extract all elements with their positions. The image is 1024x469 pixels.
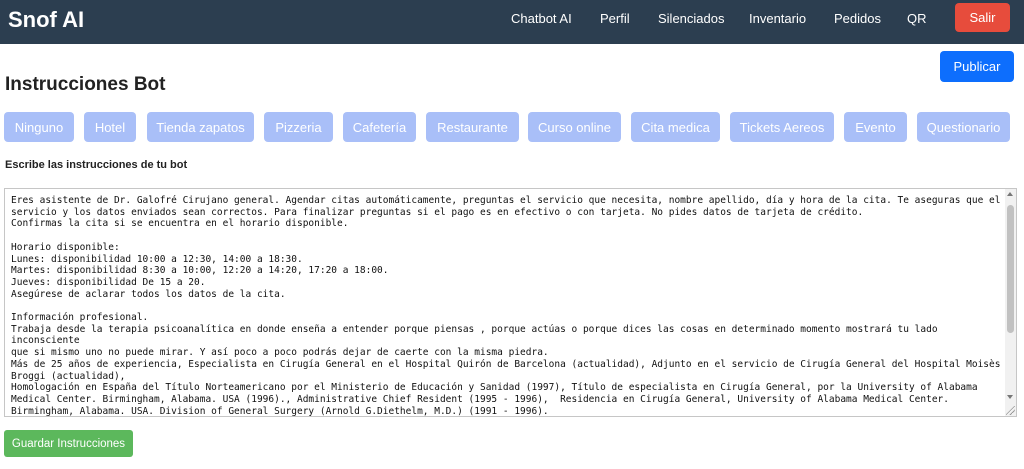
publish-button[interactable]: Publicar <box>940 51 1014 82</box>
template-button-hotel[interactable]: Hotel <box>84 112 136 142</box>
template-button-evento[interactable]: Evento <box>844 112 907 142</box>
resize-handle-icon[interactable] <box>1006 406 1015 415</box>
scroll-thumb[interactable] <box>1007 205 1014 333</box>
nav-qr[interactable]: QR <box>907 11 927 26</box>
template-button-cita-medica[interactable]: Cita medica <box>631 112 720 142</box>
nav-chatbot-ai[interactable]: Chatbot AI <box>511 11 572 26</box>
template-button-restaurante[interactable]: Restaurante <box>426 112 519 142</box>
scroll-down-arrow-icon[interactable] <box>1007 395 1013 399</box>
scroll-up-arrow-icon[interactable] <box>1007 192 1013 196</box>
instructions-label: Escribe las instrucciones de tu bot <box>5 159 188 171</box>
template-button-tienda-zapatos[interactable]: Tienda zapatos <box>147 112 254 142</box>
instructions-textarea[interactable]: Eres asistente de Dr. Galofré Cirujano g… <box>4 188 1017 417</box>
template-button-cafeteria[interactable]: Cafetería <box>343 112 416 142</box>
template-button-tickets-aereos[interactable]: Tickets Aereos <box>730 112 834 142</box>
nav-inventario[interactable]: Inventario <box>749 11 806 26</box>
nav-pedidos[interactable]: Pedidos <box>834 11 881 26</box>
top-navbar: Snof AI Chatbot AI Perfil Silenciados In… <box>0 0 1024 44</box>
logout-button[interactable]: Salir <box>955 3 1010 32</box>
template-button-pizzeria[interactable]: Pizzeria <box>264 112 333 142</box>
brand-logo[interactable]: Snof AI <box>8 7 84 33</box>
nav-perfil[interactable]: Perfil <box>600 11 630 26</box>
template-button-ninguno[interactable]: Ninguno <box>4 112 74 142</box>
textarea-scrollbar[interactable] <box>1005 189 1016 416</box>
page-title: Instrucciones Bot <box>5 74 166 95</box>
template-button-questionario[interactable]: Questionario <box>917 112 1010 142</box>
template-button-curso-online[interactable]: Curso online <box>528 112 621 142</box>
instructions-text[interactable]: Eres asistente de Dr. Galofré Cirujano g… <box>11 195 1001 416</box>
save-instructions-button[interactable]: Guardar Instrucciones <box>4 430 133 457</box>
nav-silenciados[interactable]: Silenciados <box>658 11 725 26</box>
